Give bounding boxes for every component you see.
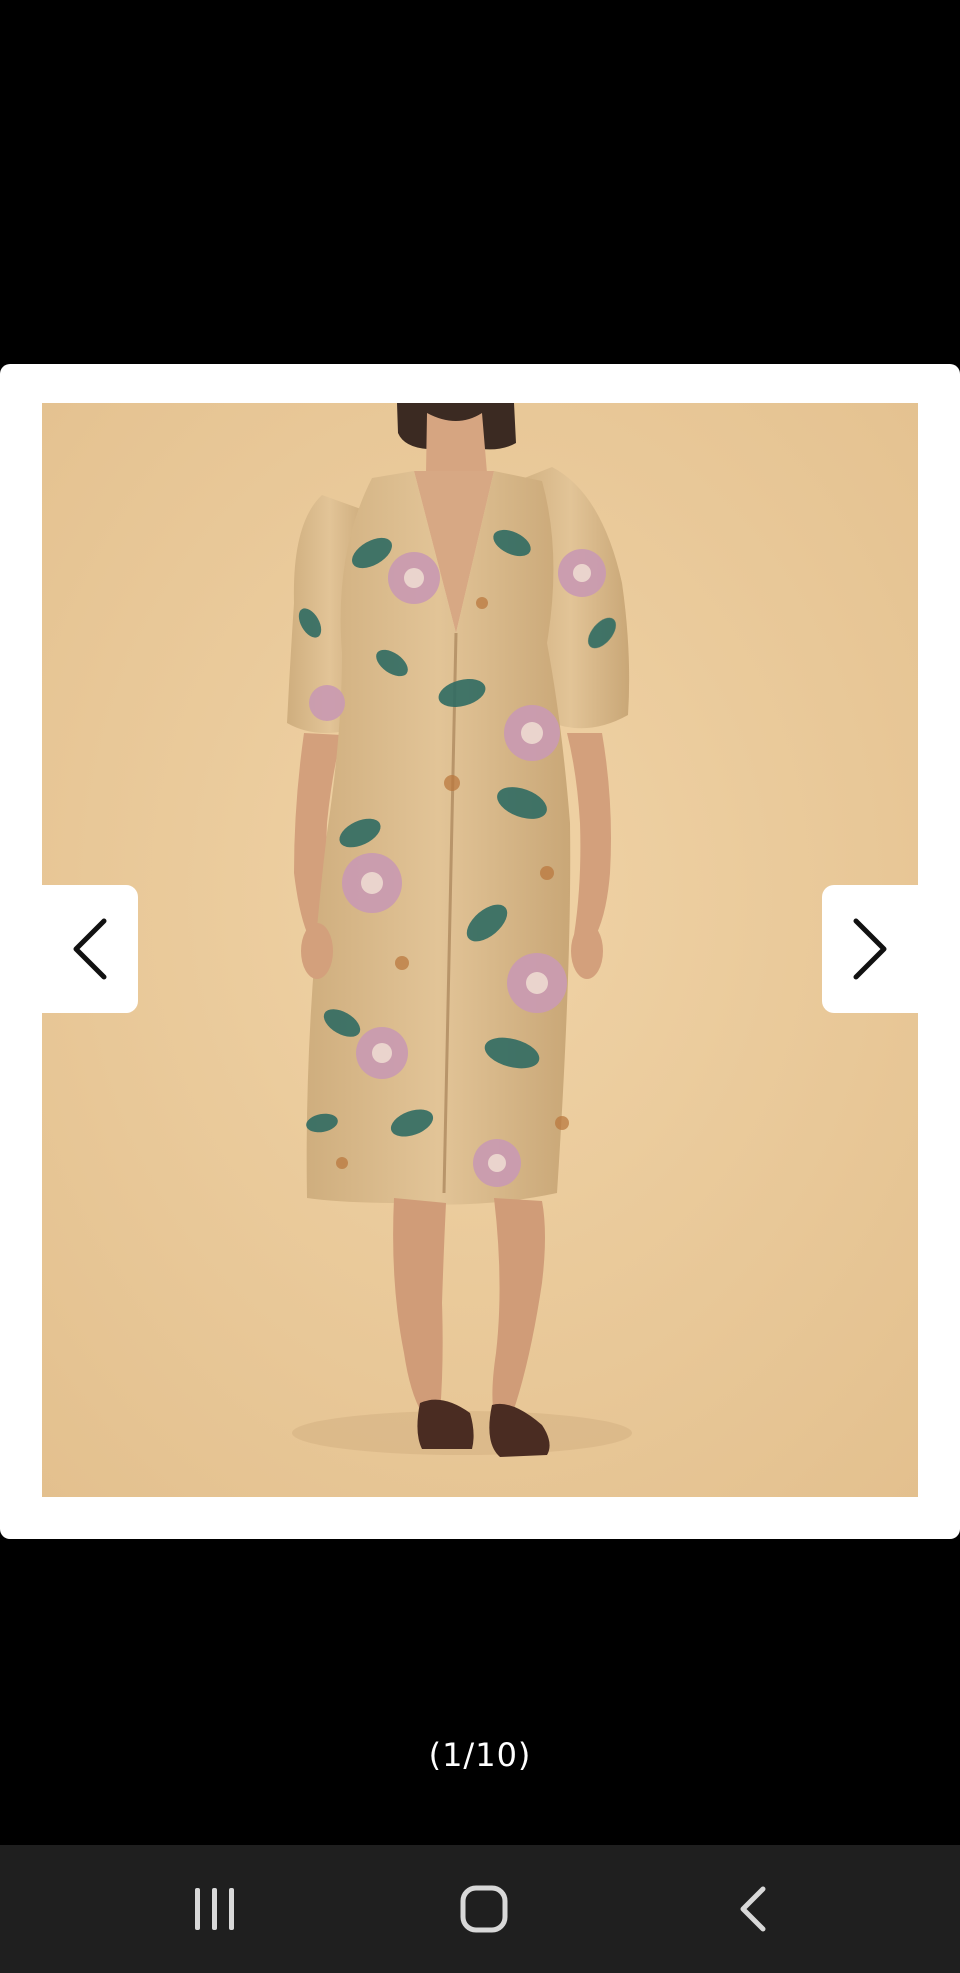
dress-photo-illustration [42,403,918,1497]
recents-icon [195,1888,234,1930]
next-image-button[interactable] [822,885,918,1013]
image-counter: (1/10) [428,1736,532,1774]
chevron-left-icon [73,918,107,980]
back-icon [740,1886,766,1932]
image-viewer-card [0,364,960,1539]
back-button[interactable] [698,1869,808,1949]
previous-image-button[interactable] [42,885,138,1013]
home-icon [460,1885,508,1933]
recents-button[interactable] [160,1869,270,1949]
image-viewer-screen: (1/10) [0,0,960,1973]
product-photo[interactable] [42,403,918,1497]
home-button[interactable] [429,1869,539,1949]
chevron-right-icon [853,918,887,980]
system-navigation-bar [0,1845,960,1973]
